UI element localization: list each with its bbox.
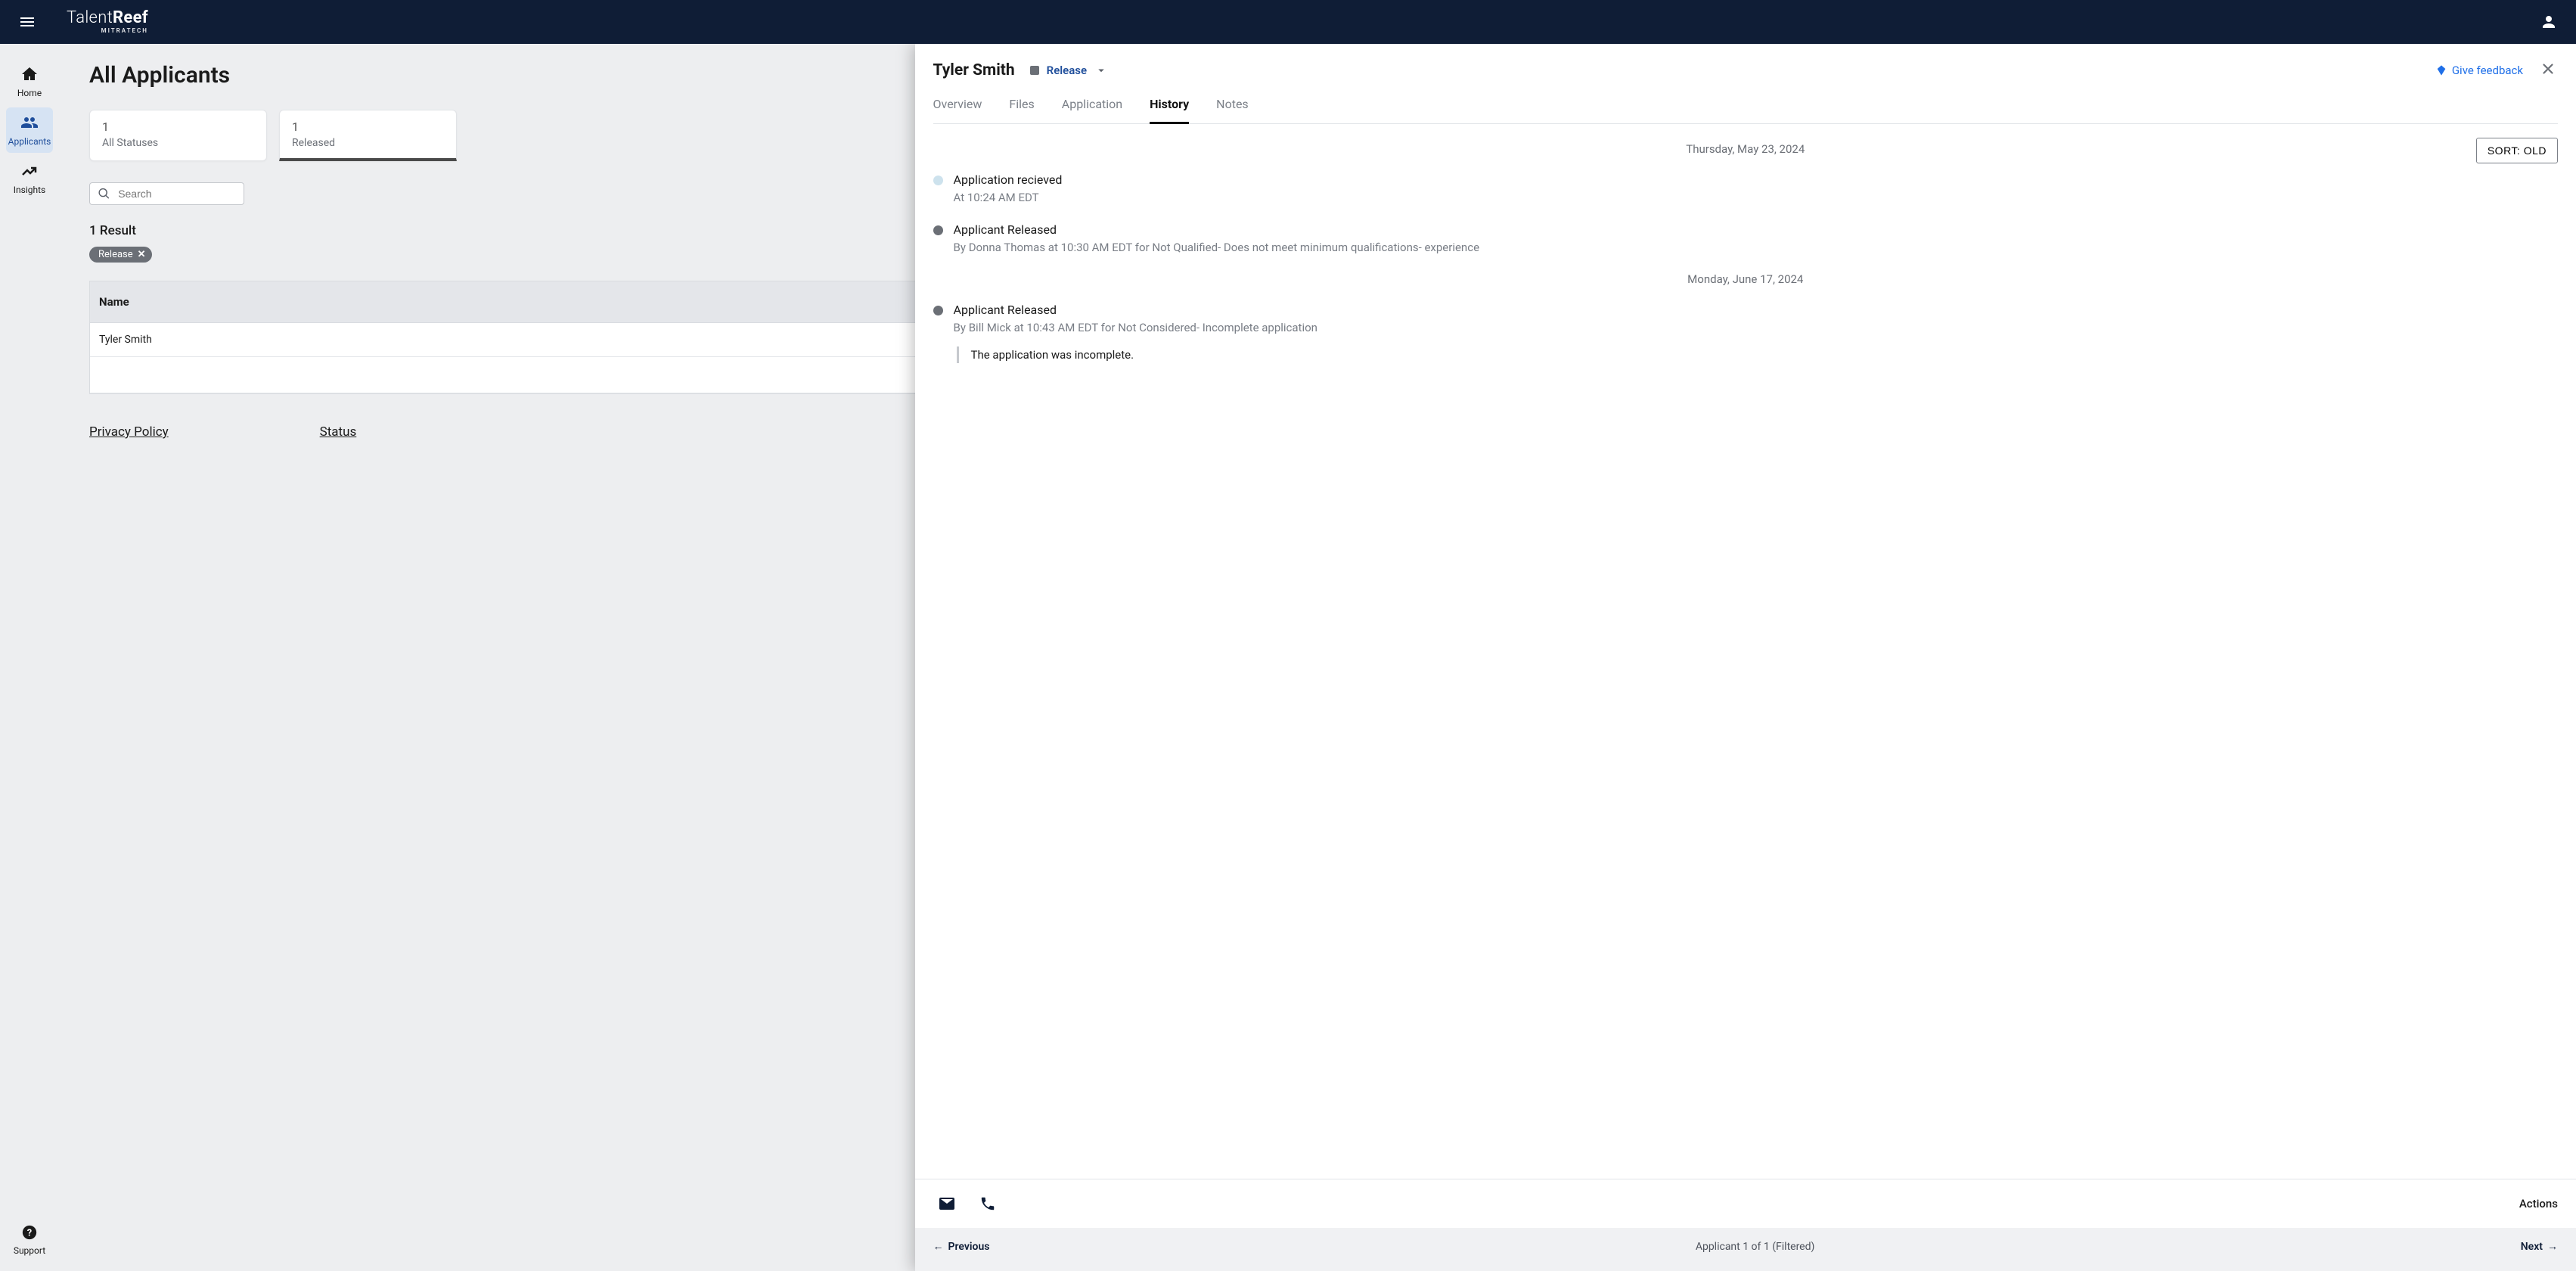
sidebar-item-applicants[interactable]: Applicants — [6, 107, 53, 153]
search-icon — [98, 186, 110, 201]
status-card-all[interactable]: 1 All Statuses — [89, 110, 267, 161]
status-link[interactable]: Status — [320, 424, 357, 440]
sidebar-item-label: Support — [14, 1245, 45, 1256]
previous-button[interactable]: ← Previous — [933, 1240, 990, 1253]
sidebar-item-label: Applicants — [8, 136, 51, 147]
event-dot-icon — [933, 225, 943, 235]
give-feedback-link[interactable]: Give feedback — [2435, 64, 2523, 77]
people-icon — [20, 113, 39, 132]
next-button[interactable]: Next → — [2521, 1240, 2558, 1253]
applicant-position-text: Applicant 1 of 1 (Filtered) — [989, 1241, 2520, 1253]
close-icon — [2540, 61, 2556, 77]
logo-word-1: Talent — [67, 8, 113, 27]
applicant-name: Tyler Smith — [933, 61, 1015, 79]
tab-notes[interactable]: Notes — [1216, 97, 1249, 124]
sidebar-item-label: Insights — [14, 185, 45, 195]
cell-name: Tyler Smith — [90, 323, 991, 357]
close-panel-button[interactable] — [2538, 61, 2558, 80]
svg-text:?: ? — [27, 1228, 32, 1239]
history-date-heading: Monday, June 17, 2024 — [933, 272, 2558, 286]
event-note: The application was incomplete. — [957, 346, 1317, 363]
sort-button[interactable]: SORT: OLD — [2476, 138, 2558, 163]
product-logo: TalentReef MITRATECH — [67, 10, 148, 34]
filter-chip-release[interactable]: Release ✕ — [89, 247, 152, 263]
next-label: Next — [2521, 1241, 2543, 1253]
event-dot-icon — [933, 306, 943, 315]
menu-icon — [18, 13, 36, 31]
history-event: Application recieved At 10:24 AM EDT — [933, 172, 2558, 206]
status-dropdown[interactable]: Release — [1030, 64, 1108, 77]
status-card-count: 1 — [102, 120, 254, 134]
arrow-left-icon: ← — [933, 1240, 944, 1253]
phone-icon — [979, 1195, 996, 1212]
status-card-label: All Statuses — [102, 137, 254, 149]
detail-tabs: Overview Files Application History Notes — [933, 97, 2558, 124]
mail-icon — [938, 1195, 956, 1213]
tab-overview[interactable]: Overview — [933, 97, 982, 124]
diamond-icon — [2435, 64, 2447, 76]
search-input[interactable] — [116, 187, 236, 200]
panel-action-bar: Actions — [915, 1179, 2576, 1228]
sidebar-item-home[interactable]: Home — [6, 59, 53, 104]
applicant-detail-panel: Tyler Smith Release Give feedback — [915, 44, 2576, 1271]
phone-button[interactable] — [974, 1190, 1001, 1217]
column-header-name[interactable]: Name — [90, 281, 991, 323]
logo-word-2: Reef — [113, 8, 148, 27]
home-icon — [20, 65, 39, 83]
event-subtitle: At 10:24 AM EDT — [954, 190, 1063, 206]
hamburger-menu-button[interactable] — [12, 7, 42, 37]
tab-application[interactable]: Application — [1062, 97, 1122, 124]
main-content: All Applicants 1 All Statuses 1 Released… — [59, 44, 2576, 1271]
event-title: Application recieved — [954, 172, 1063, 187]
arrow-right-icon: → — [2547, 1240, 2558, 1253]
status-card-released[interactable]: 1 Released — [279, 110, 457, 161]
person-icon — [2540, 13, 2558, 31]
status-card-label: Released — [292, 137, 444, 149]
event-dot-icon — [933, 176, 943, 185]
history-event: Applicant Released By Bill Mick at 10:43… — [933, 303, 2558, 363]
status-color-swatch — [1030, 66, 1039, 75]
tab-files[interactable]: Files — [1009, 97, 1034, 124]
event-title: Applicant Released — [954, 222, 1480, 237]
sidebar-item-support[interactable]: ? Support — [6, 1218, 53, 1271]
help-icon: ? — [21, 1224, 38, 1241]
status-card-count: 1 — [292, 120, 444, 134]
sidebar-item-label: Home — [17, 88, 42, 98]
event-subtitle: By Bill Mick at 10:43 AM EDT for Not Con… — [954, 320, 1317, 336]
account-button[interactable] — [2534, 7, 2564, 37]
status-label: Release — [1047, 64, 1087, 77]
feedback-label: Give feedback — [2452, 64, 2523, 77]
actions-menu-button[interactable]: Actions — [2519, 1197, 2558, 1210]
chip-label: Release — [98, 249, 133, 260]
sidebar-item-insights[interactable]: Insights — [6, 156, 53, 201]
history-event: Applicant Released By Donna Thomas at 10… — [933, 222, 2558, 256]
app-bar: TalentReef MITRATECH — [0, 0, 2576, 44]
chevron-down-icon — [1094, 64, 1108, 77]
history-body: SORT: OLD Thursday, May 23, 2024 Applica… — [915, 124, 2576, 1179]
sidebar: Home Applicants Insights ? Support — [0, 44, 59, 1271]
email-button[interactable] — [933, 1190, 961, 1217]
event-subtitle: By Donna Thomas at 10:30 AM EDT for Not … — [954, 240, 1480, 256]
event-title: Applicant Released — [954, 303, 1317, 317]
previous-label: Previous — [948, 1241, 990, 1253]
panel-nav-bar: ← Previous Applicant 1 of 1 (Filtered) N… — [915, 1228, 2576, 1271]
privacy-policy-link[interactable]: Privacy Policy — [89, 424, 169, 440]
panel-header: Tyler Smith Release Give feedback — [915, 44, 2576, 124]
tab-history[interactable]: History — [1150, 97, 1189, 124]
search-box[interactable] — [89, 182, 244, 205]
logo-subtitle: MITRATECH — [67, 28, 148, 34]
chip-remove-icon[interactable]: ✕ — [138, 249, 146, 260]
history-date-heading: Thursday, May 23, 2024 — [933, 142, 2558, 156]
trending-up-icon — [20, 162, 39, 180]
